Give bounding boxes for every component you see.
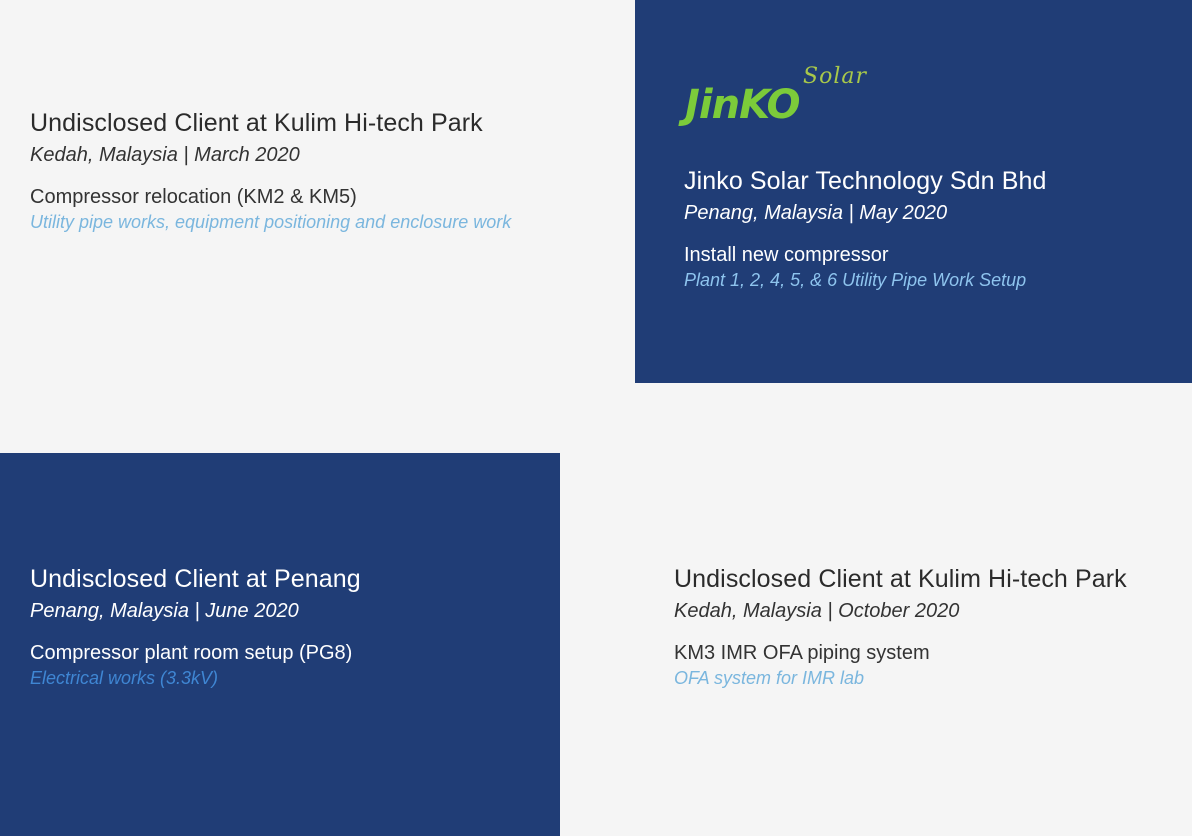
- project-title: Compressor relocation (KM2 & KM5): [30, 186, 357, 208]
- project-title: KM3 IMR OFA piping system: [674, 642, 930, 664]
- project-card-jinko: JinKO Solar Jinko Solar Technology Sdn B…: [635, 0, 1192, 383]
- client-name: Jinko Solar Technology Sdn Bhd: [684, 167, 1047, 195]
- project-card-kulim-october: Undisclosed Client at Kulim Hi-tech Park…: [560, 453, 1192, 836]
- location-date: Penang, Malaysia | June 2020: [30, 600, 299, 622]
- location-date: Kedah, Malaysia | March 2020: [30, 144, 300, 166]
- project-title: Compressor plant room setup (PG8): [30, 642, 353, 664]
- project-card-penang-june: Undisclosed Client at Penang Penang, Mal…: [0, 453, 560, 836]
- project-card-content: Undisclosed Client at Penang Penang, Mal…: [30, 564, 361, 689]
- project-card-content: Undisclosed Client at Kulim Hi-tech Park…: [674, 564, 1127, 689]
- location-date: Kedah, Malaysia | October 2020: [674, 600, 960, 622]
- project-card-content: Jinko Solar Technology Sdn Bhd Penang, M…: [684, 166, 1047, 291]
- client-name: Undisclosed Client at Penang: [30, 565, 361, 593]
- project-card-kulim-march: Undisclosed Client at Kulim Hi-tech Park…: [0, 0, 635, 383]
- location-date: Penang, Malaysia | May 2020: [684, 202, 948, 224]
- project-title: Install new compressor: [684, 244, 889, 266]
- project-detail: OFA system for IMR lab: [674, 668, 865, 688]
- logo-subtext: Solar: [803, 64, 867, 89]
- project-detail: Plant 1, 2, 4, 5, & 6 Utility Pipe Work …: [684, 270, 1027, 290]
- project-card-content: Undisclosed Client at Kulim Hi-tech Park…: [30, 108, 511, 233]
- project-detail: Utility pipe works, equipment positionin…: [30, 212, 512, 232]
- logo-wordmark: JinKO: [685, 82, 801, 128]
- project-detail: Electrical works (3.3kV): [30, 668, 219, 688]
- jinko-solar-logo: JinKO Solar: [685, 62, 870, 132]
- client-name: Undisclosed Client at Kulim Hi-tech Park: [30, 109, 483, 137]
- client-name: Undisclosed Client at Kulim Hi-tech Park: [674, 565, 1127, 593]
